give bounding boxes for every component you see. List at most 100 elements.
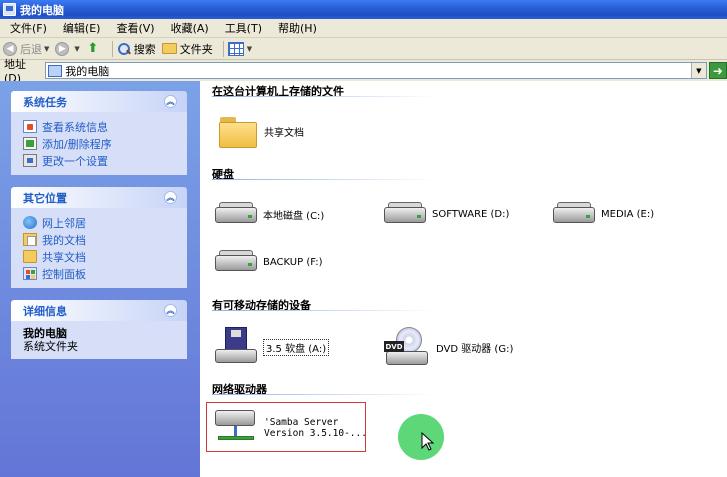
drive-e[interactable]: MEDIA (E:) (553, 201, 654, 227)
item-label: 'Samba Server Version 3.5.10-... (264, 417, 367, 439)
toolbar-divider (222, 40, 224, 57)
computer-icon (48, 64, 63, 77)
network-icon (23, 216, 37, 229)
details-name: 我的电脑 (23, 327, 67, 340)
hard-disk-icon (384, 201, 426, 227)
hard-disk-icon (215, 249, 257, 275)
floppy-drive-icon (215, 327, 257, 367)
menu-tools[interactable]: 工具(T) (219, 20, 268, 36)
settings-icon (23, 154, 37, 167)
drive-d[interactable]: SOFTWARE (D:) (384, 201, 509, 227)
search-button[interactable]: 搜索 (117, 41, 156, 57)
mouse-pointer-icon (421, 432, 435, 451)
views-button[interactable]: ▼ (227, 41, 253, 56)
other-places-header[interactable]: 其它位置 ︽ (11, 187, 187, 208)
place-label: 我的文档 (42, 233, 86, 247)
network-drive-samba[interactable]: 'Samba Server Version 3.5.10-... (214, 408, 367, 448)
collapse-icon[interactable]: ︽ (164, 304, 177, 317)
search-icon (117, 42, 131, 56)
chevron-down-icon: ▼ (74, 44, 80, 53)
other-places-title: 其它位置 (23, 191, 67, 205)
chevron-down-icon: ▼ (246, 44, 253, 53)
shared-documents-item[interactable]: 共享文档 (218, 115, 304, 148)
task-label: 更改一个设置 (42, 154, 108, 168)
window-title: 我的电脑 (20, 3, 64, 17)
folder-icon (218, 115, 258, 148)
menu-bar: 文件(F) 编辑(E) 查看(V) 收藏(A) 工具(T) 帮助(H) (0, 19, 727, 38)
other-places-box: 其它位置 ︽ 网上邻居 我的文档 共享文档 控制面板 (11, 187, 187, 288)
back-label: 后退 (20, 42, 42, 56)
section-divider (212, 179, 437, 180)
network-drive-label-line1: 'Samba Server (264, 417, 339, 428)
collapse-icon[interactable]: ︽ (164, 95, 177, 108)
details-desc: 系统文件夹 (23, 340, 78, 353)
folders-label: 文件夹 (179, 42, 213, 56)
views-icon (227, 41, 244, 56)
section-divider (212, 310, 437, 311)
toolbar: ◀ 后退 ▼ ▶ ▼ ⬆ 搜索 文件夹 ▼ (0, 38, 727, 60)
system-info-icon (23, 120, 37, 133)
drive-g-dvd[interactable]: DVD DVD 驱动器 (G:) (384, 327, 513, 367)
task-view-system-info[interactable]: 查看系统信息 (23, 118, 177, 135)
folder-icon (161, 43, 177, 54)
forward-button[interactable]: ▶ ▼ (55, 41, 80, 56)
item-label: DVD 驱动器 (G:) (436, 343, 514, 355)
network-drive-label-line2: Version 3.5.10-... (264, 428, 367, 439)
collapse-icon[interactable]: ︽ (164, 191, 177, 204)
computer-icon (3, 3, 16, 16)
address-dropdown-button[interactable]: ▼ (690, 63, 706, 78)
item-label: 3.5 软盘 (A:) (263, 338, 330, 356)
details-box: 详细信息 ︽ 我的电脑 系统文件夹 (11, 300, 187, 359)
up-folder-icon: ⬆ (87, 41, 99, 56)
search-label: 搜索 (133, 42, 156, 56)
place-control-panel[interactable]: 控制面板 (23, 265, 177, 282)
menu-file[interactable]: 文件(F) (4, 20, 53, 36)
drive-a-floppy[interactable]: 3.5 软盘 (A:) (215, 327, 330, 367)
forward-arrow-icon: ▶ (55, 41, 70, 56)
back-button[interactable]: ◀ 后退 ▼ (3, 41, 49, 57)
folders-button[interactable]: 文件夹 (161, 41, 213, 57)
menu-favorites[interactable]: 收藏(A) (165, 20, 215, 36)
toolbar-divider (111, 40, 113, 57)
place-network[interactable]: 网上邻居 (23, 214, 177, 231)
place-label: 网上邻居 (42, 216, 86, 230)
details-title: 详细信息 (23, 304, 67, 318)
drive-c[interactable]: 本地磁盘 (C:) (215, 201, 324, 227)
network-drive-icon (214, 408, 258, 448)
address-bar: 地址(D) 我的电脑 ▼ ➜ (0, 58, 727, 85)
address-value: 我的电脑 (65, 64, 110, 78)
place-label: 控制面板 (42, 267, 86, 281)
my-documents-icon (23, 233, 37, 246)
place-my-documents[interactable]: 我的文档 (23, 231, 177, 248)
details-header[interactable]: 详细信息 ︽ (11, 300, 187, 321)
place-label: 共享文档 (42, 250, 86, 264)
place-shared-documents[interactable]: 共享文档 (23, 248, 177, 265)
item-label: BACKUP (F:) (263, 256, 323, 268)
drive-f[interactable]: BACKUP (F:) (215, 249, 322, 275)
item-label: 共享文档 (264, 127, 304, 139)
task-add-remove-programs[interactable]: 添加/删除程序 (23, 135, 177, 152)
go-arrow-icon: ➜ (712, 63, 723, 78)
task-label: 查看系统信息 (42, 120, 108, 134)
folder-icon (23, 250, 37, 263)
control-panel-icon (23, 267, 37, 280)
title-bar: 我的电脑 (0, 0, 727, 19)
up-button[interactable]: ⬆ (86, 41, 102, 56)
menu-help[interactable]: 帮助(H) (272, 20, 323, 36)
menu-edit[interactable]: 编辑(E) (57, 20, 107, 36)
go-button[interactable]: ➜ (708, 62, 727, 79)
task-pane: 系统任务 ︽ 查看系统信息 添加/删除程序 更改一个设置 其它位置 ︽ 网上邻居… (0, 81, 200, 477)
hard-disk-icon (215, 201, 257, 227)
system-tasks-header[interactable]: 系统任务 ︽ (11, 91, 187, 112)
add-remove-icon (23, 137, 37, 150)
item-label: SOFTWARE (D:) (432, 208, 510, 220)
system-tasks-title: 系统任务 (23, 95, 67, 109)
address-input[interactable]: 我的电脑 ▼ (45, 62, 707, 79)
item-label: 本地磁盘 (C:) (263, 210, 325, 222)
task-change-setting[interactable]: 更改一个设置 (23, 152, 177, 169)
content-area: 在这台计算机上存储的文件 共享文档 硬盘 本地磁盘 (C:) SOFTWARE … (200, 81, 727, 477)
back-arrow-icon: ◀ (3, 41, 17, 56)
hard-disk-icon (553, 201, 595, 227)
item-label: MEDIA (E:) (601, 208, 655, 220)
menu-view[interactable]: 查看(V) (110, 20, 160, 36)
